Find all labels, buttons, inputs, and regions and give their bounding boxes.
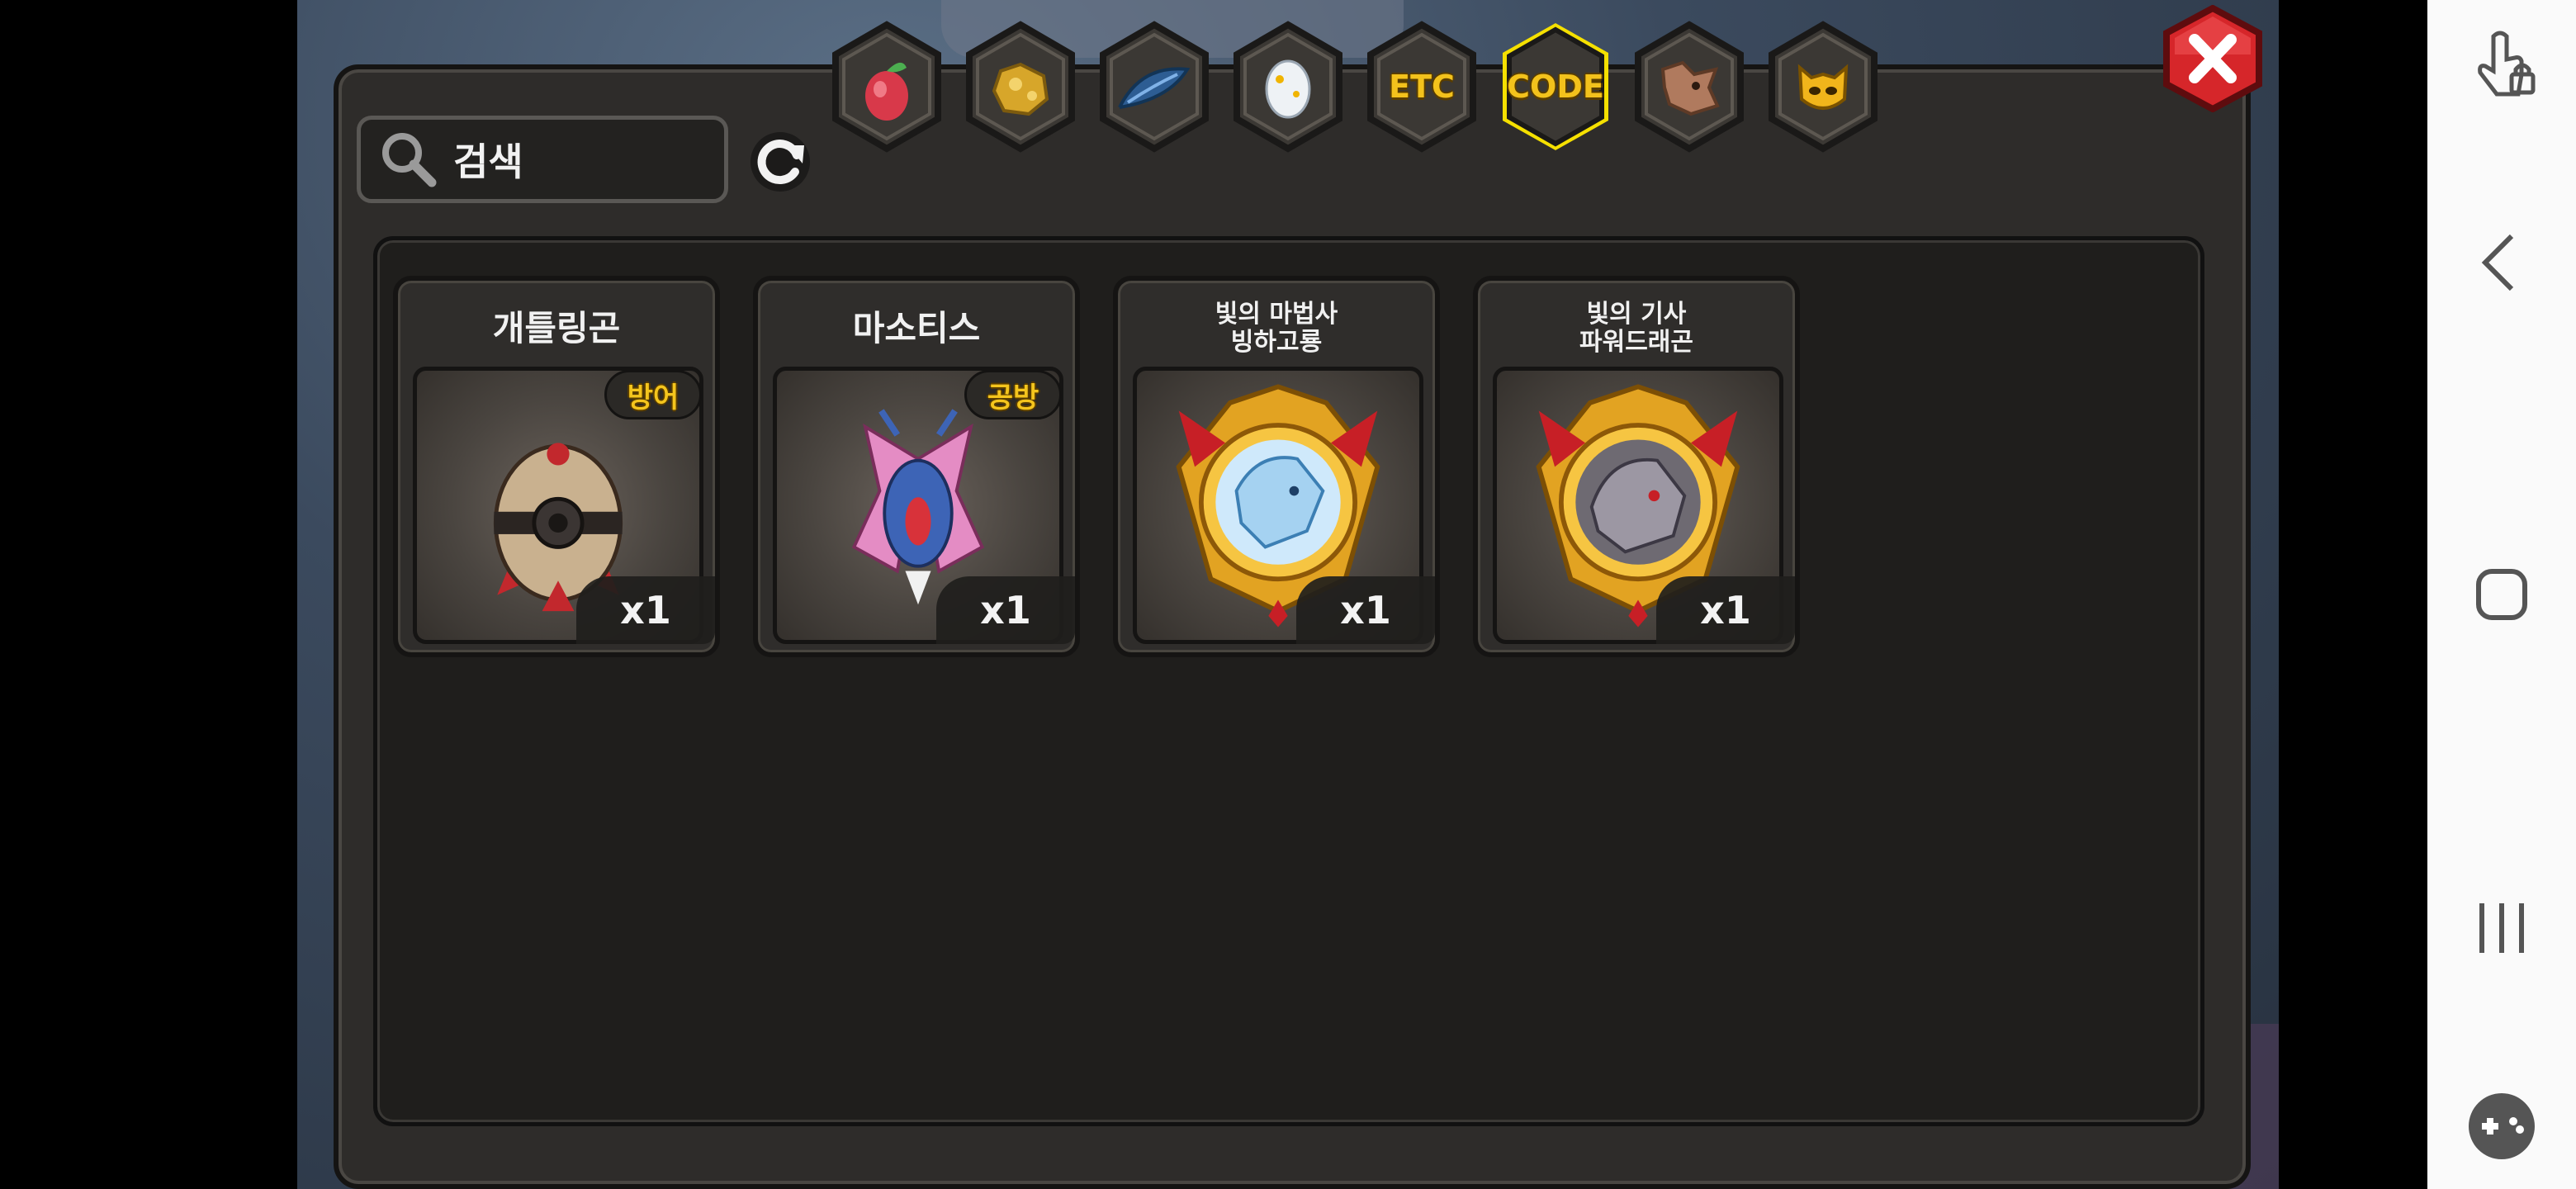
item-card[interactable]: 빛의 기사 파워드래곤 x1: [1473, 276, 1800, 657]
game-tools-icon[interactable]: [2460, 1085, 2543, 1168]
gold-ore-icon: [992, 62, 1049, 116]
item-quantity: x1: [576, 576, 715, 644]
tab-code[interactable]: CODE: [1496, 20, 1615, 154]
tab-dragon[interactable]: [1630, 20, 1749, 154]
close-button[interactable]: [2162, 5, 2264, 112]
item-name: 개틀링곤: [492, 307, 621, 348]
defense-badge: 방어: [604, 370, 702, 419]
item-name: 빛의 마법사 빙하고룡: [1215, 299, 1338, 357]
search-input[interactable]: 검색: [357, 116, 728, 203]
tab-gold-ore[interactable]: [961, 20, 1080, 154]
dragon-head-icon: [1660, 60, 1720, 116]
tab-feather[interactable]: [1095, 20, 1214, 154]
item-card[interactable]: 마소티스 공방 x1: [753, 276, 1080, 657]
item-name: 빛의 기사 파워드래곤: [1579, 299, 1693, 357]
tab-egg[interactable]: [1229, 20, 1347, 154]
tab-fruit[interactable]: [827, 20, 946, 154]
tab-etc[interactable]: ETC: [1362, 20, 1481, 154]
item-card[interactable]: 개틀링곤 방어 x1: [393, 276, 720, 657]
refresh-icon[interactable]: [743, 121, 817, 200]
item-name: 마소티스: [852, 307, 981, 348]
search-placeholder: 검색: [453, 140, 523, 184]
code-icon: CODE: [1507, 69, 1604, 105]
search-icon: [382, 133, 437, 187]
home-icon[interactable]: [2460, 553, 2543, 636]
item-quantity: x1: [1296, 576, 1435, 644]
touch-lock-icon[interactable]: [2460, 25, 2543, 107]
recents-icon[interactable]: [2460, 887, 2543, 969]
system-nav-bar: [2427, 0, 2576, 1189]
attack-defense-badge: 공방: [964, 370, 1062, 419]
item-quantity: x1: [1656, 576, 1795, 644]
item-quantity: x1: [936, 576, 1075, 644]
back-icon[interactable]: [2460, 221, 2543, 304]
egg-icon: [1265, 59, 1311, 119]
tab-demon[interactable]: [1764, 20, 1882, 154]
demon-mask-icon: [1797, 64, 1849, 110]
etc-icon: ETC: [1389, 69, 1455, 105]
item-card[interactable]: 빛의 마법사 빙하고룡 x1: [1113, 276, 1440, 657]
